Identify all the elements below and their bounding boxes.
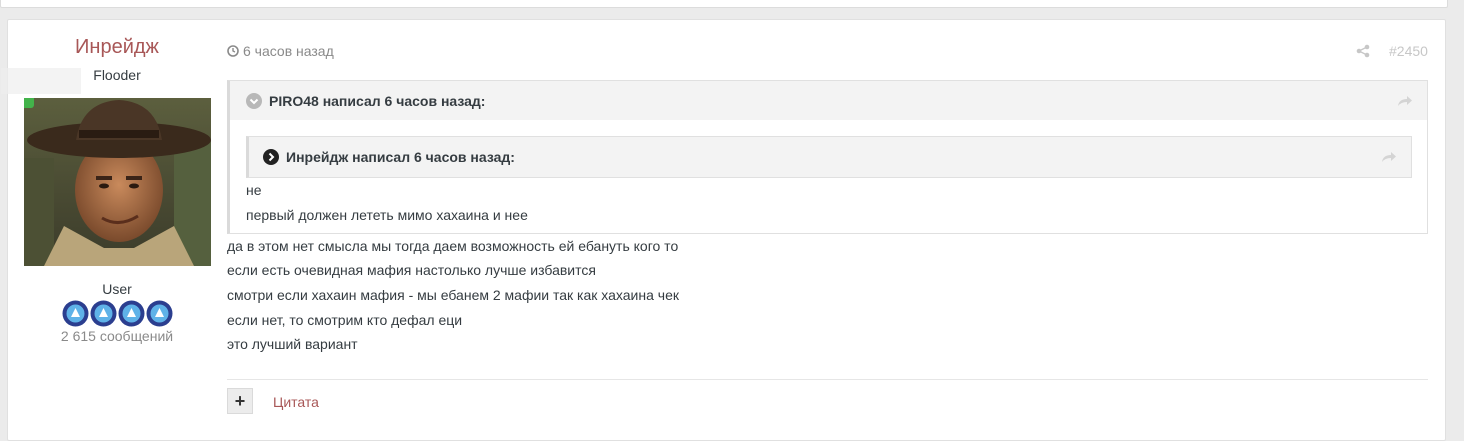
reply-arrow-icon[interactable]	[1381, 151, 1397, 163]
quote-citation-text: PIRO48 написал 6 часов назад:	[269, 92, 486, 109]
post-number-link[interactable]: #2450	[1389, 43, 1428, 59]
author-posts-count: 2 615 сообщений	[60, 328, 174, 344]
post-footer-divider	[227, 379, 1428, 380]
multiquote-button[interactable]: +	[227, 388, 253, 414]
author-title: Flooder	[93, 67, 141, 83]
quote-citation[interactable]: PIRO48 написал 6 часов назад:	[230, 81, 1427, 120]
chevron-right-circle-icon[interactable]	[263, 149, 279, 165]
clock-icon	[227, 45, 239, 57]
share-icon[interactable]	[1356, 44, 1370, 58]
previous-post-card	[0, 0, 1448, 8]
author-name[interactable]: Инрейдж	[8, 36, 226, 59]
rank-icons	[62, 300, 173, 328]
rank-pip-icon	[62, 300, 89, 327]
post-body-line: это лучший вариант	[227, 336, 358, 352]
quote-line: первый должен лететь мимо хахаина и нее	[246, 207, 528, 223]
nested-quote-citation[interactable]: Инрейдж написал 6 часов назад:	[246, 136, 1412, 178]
reply-arrow-icon[interactable]	[1397, 95, 1413, 107]
post-card: Инрейдж Flooder User 2 615 сообщений 6 ч…	[1, 19, 1446, 441]
post-body-line: если есть очевидная мафия настолько лучш…	[227, 262, 596, 278]
quote-block: PIRO48 написал 6 часов назад: Инрейдж на…	[227, 80, 1428, 234]
online-indicator	[24, 98, 34, 108]
post-body-line: если нет, то смотрим кто дефал еци	[227, 312, 463, 328]
post-timestamp[interactable]: 6 часов назад	[227, 43, 334, 59]
rank-pip-icon	[146, 300, 173, 327]
avatar[interactable]	[24, 98, 211, 266]
post-time-text: 6 часов назад	[243, 43, 334, 59]
rank-pip-icon	[118, 300, 145, 327]
author-group: User	[102, 281, 132, 297]
post-body-line: да в этом нет смысла мы тогда даем возмо…	[227, 238, 679, 254]
avatar-image	[24, 98, 211, 266]
chevron-down-circle-icon[interactable]	[246, 92, 262, 109]
quote-button[interactable]: Цитата	[273, 394, 319, 410]
rank-pip-icon	[90, 300, 117, 327]
nested-quote-citation-text: Инрейдж написал 6 часов назад:	[286, 149, 515, 165]
quote-line: не	[246, 182, 262, 198]
post-body-line: смотри если хахаин мафия - мы ебанем 2 м…	[227, 287, 679, 303]
